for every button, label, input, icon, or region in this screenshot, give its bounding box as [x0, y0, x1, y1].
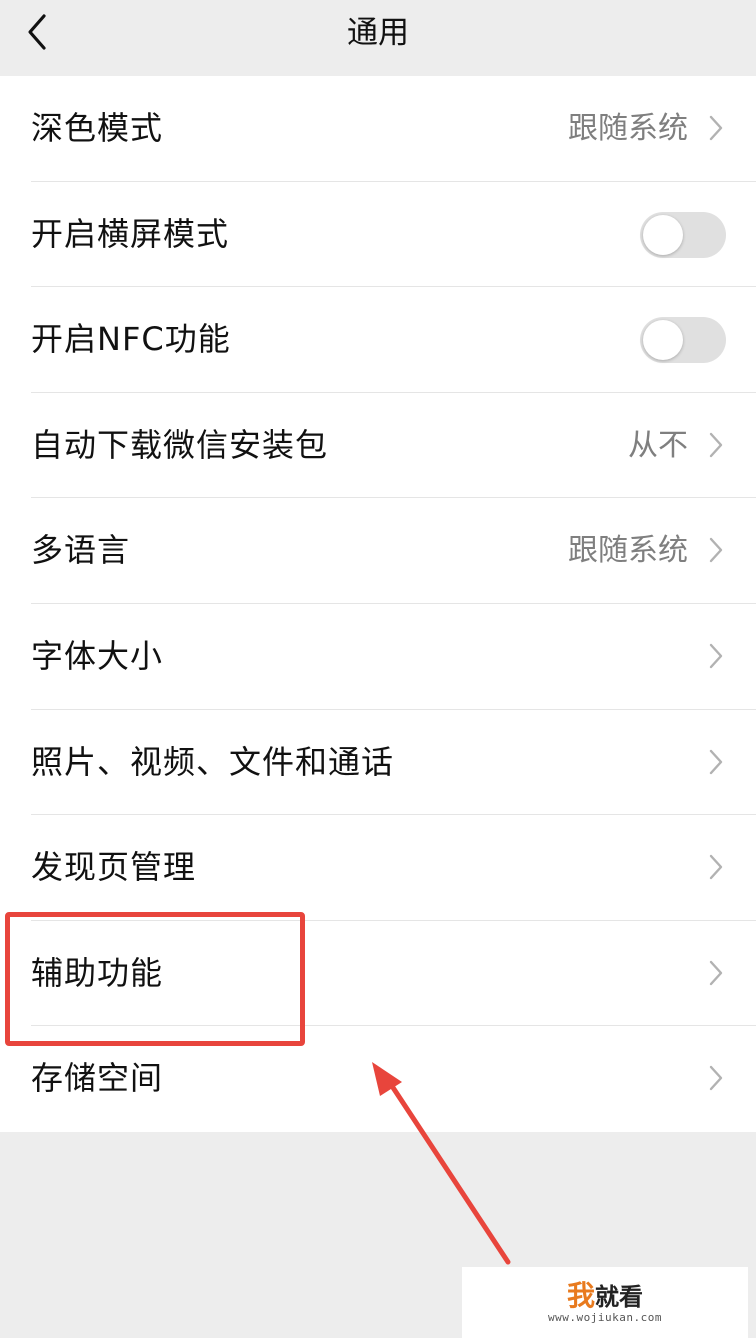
toggle-knob [643, 214, 683, 255]
setting-label: 开启NFC功能 [31, 320, 231, 359]
navigation-bar: 通用 [0, 0, 756, 76]
setting-label: 自动下载微信安装包 [31, 425, 329, 464]
chevron-right-icon [709, 854, 723, 880]
toggle-knob [643, 320, 683, 361]
setting-label: 辅助功能 [31, 953, 164, 992]
setting-storage[interactable]: 存储空间 [0, 1026, 756, 1132]
setting-media-files-calls[interactable]: 照片、视频、文件和通话 [0, 710, 756, 816]
chevron-right-icon [709, 749, 723, 774]
setting-accessibility[interactable]: 辅助功能 [0, 921, 756, 1027]
setting-label: 字体大小 [31, 636, 164, 675]
setting-landscape-mode: 开启横屏模式 [0, 182, 756, 288]
setting-value: 跟随系统 [568, 111, 688, 146]
watermark-logo: 我就看 www.wojiukan.com [462, 1267, 748, 1338]
watermark-accent: 我 [566, 1279, 595, 1312]
setting-language[interactable]: 多语言 跟随系统 [0, 498, 756, 604]
chevron-right-icon [709, 1066, 723, 1091]
watermark-title: 我就看 [462, 1281, 748, 1312]
chevron-right-icon [709, 115, 723, 141]
setting-label: 多语言 [31, 531, 131, 570]
chevron-right-icon [709, 960, 723, 985]
setting-label: 开启横屏模式 [31, 214, 230, 253]
setting-value: 从不 [628, 427, 688, 463]
setting-label: 深色模式 [31, 109, 164, 147]
setting-label: 发现页管理 [31, 848, 197, 887]
chevron-right-icon [709, 643, 723, 669]
settings-list: 深色模式 跟随系统 开启横屏模式 开启NFC功能 自动下载微信安装包 从不 多语… [0, 76, 756, 1132]
watermark-text: 就看 [595, 1283, 643, 1311]
setting-discover-management[interactable]: 发现页管理 [0, 815, 756, 921]
setting-dark-mode[interactable]: 深色模式 跟随系统 [0, 76, 756, 182]
page-title: 通用 [347, 15, 409, 51]
setting-label: 照片、视频、文件和通话 [31, 742, 395, 781]
setting-value: 跟随系统 [568, 533, 688, 569]
setting-label: 存储空间 [31, 1059, 164, 1098]
setting-font-size[interactable]: 字体大小 [0, 604, 756, 710]
watermark-url: www.wojiukan.com [548, 1311, 662, 1324]
nfc-toggle[interactable] [640, 317, 726, 364]
setting-nfc: 开启NFC功能 [0, 287, 756, 393]
chevron-right-icon [709, 432, 723, 457]
landscape-mode-toggle[interactable] [640, 211, 726, 258]
setting-auto-download[interactable]: 自动下载微信安装包 从不 [0, 393, 756, 499]
chevron-right-icon [709, 538, 723, 563]
